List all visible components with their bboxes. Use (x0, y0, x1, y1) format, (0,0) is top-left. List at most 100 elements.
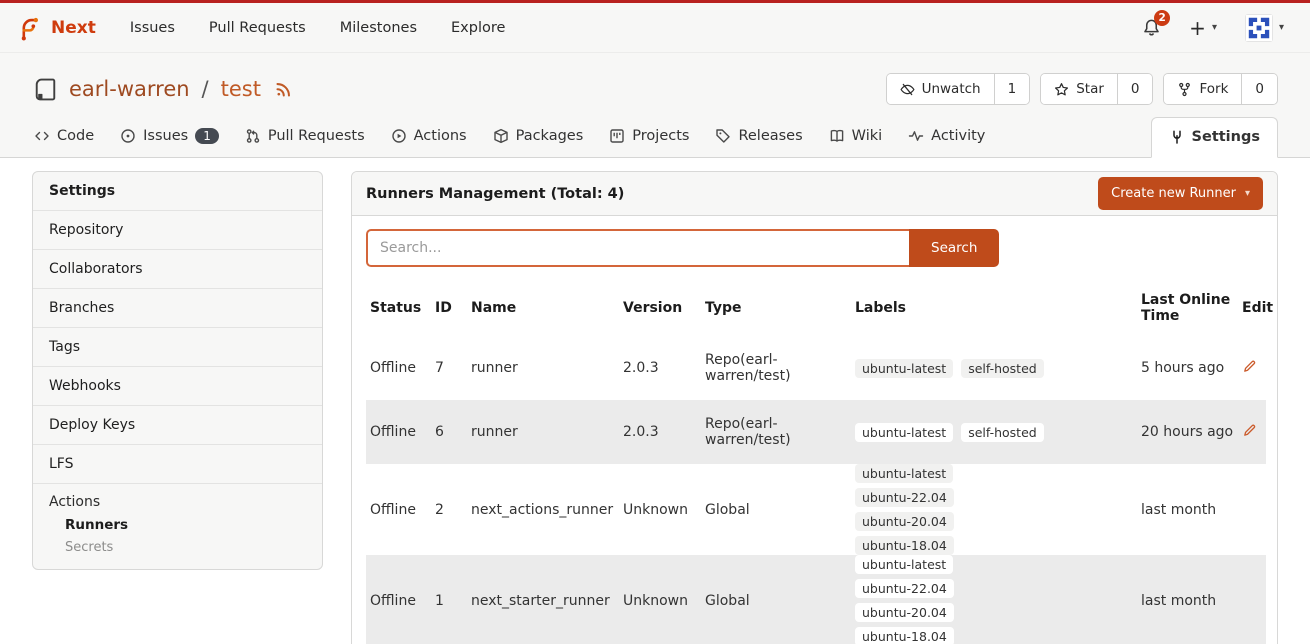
runner-name: next_actions_runner (467, 464, 619, 555)
package-icon (493, 128, 509, 144)
forgejo-logo-icon (16, 15, 42, 41)
repo-owner-link[interactable]: earl-warren (69, 77, 190, 101)
tab-label: Projects (632, 128, 689, 144)
col-version: Version (619, 280, 701, 336)
create-new-dropdown[interactable]: + ▾ (1189, 18, 1217, 38)
tab-wiki[interactable]: Wiki (827, 117, 884, 157)
runner-last-online: 5 hours ago (1137, 336, 1238, 400)
tab-pull-requests[interactable]: Pull Requests (243, 117, 367, 157)
sidebar-item-branches[interactable]: Branches (33, 289, 322, 328)
runner-name: runner (467, 400, 619, 464)
label-badge: ubuntu-latest (855, 359, 953, 378)
col-status: Status (366, 280, 431, 336)
fork-label: Fork (1199, 81, 1228, 97)
sidebar-item-runners[interactable]: Runners (49, 510, 306, 533)
unwatch-label: Unwatch (922, 81, 981, 97)
pull-request-icon (245, 128, 261, 144)
forks-count[interactable]: 0 (1241, 74, 1277, 104)
home-logo-link[interactable]: Next (16, 15, 96, 41)
table-header-row: Status ID Name Version Type Labels Last … (366, 280, 1266, 336)
runner-id: 6 (431, 400, 467, 464)
brand-label: Next (51, 18, 96, 38)
tab-actions[interactable]: Actions (389, 117, 469, 157)
avatar (1245, 14, 1273, 42)
project-board-icon (609, 128, 625, 144)
sidebar-item-secrets[interactable]: Secrets (49, 533, 306, 555)
nav-link-issues[interactable]: Issues (130, 20, 175, 36)
col-name: Name (467, 280, 619, 336)
label-badge: ubuntu-latest (855, 555, 953, 574)
tab-label: Pull Requests (268, 128, 365, 144)
runner-status: Offline (366, 400, 431, 464)
label-badge: ubuntu-20.04 (855, 512, 954, 531)
pulse-icon (908, 128, 924, 144)
fork-icon (1177, 82, 1192, 97)
tab-label: Wiki (852, 128, 882, 144)
unwatch-button[interactable]: Unwatch (887, 74, 994, 104)
create-new-runner-button[interactable]: Create new Runner ▾ (1098, 177, 1263, 210)
chevron-down-icon: ▾ (1212, 22, 1217, 33)
nav-link-explore[interactable]: Explore (451, 20, 505, 36)
stars-count[interactable]: 0 (1117, 74, 1153, 104)
notifications-button[interactable]: 2 (1142, 18, 1161, 37)
tab-label: Code (57, 128, 94, 144)
sidebar-item-deploy-keys[interactable]: Deploy Keys (33, 406, 322, 445)
runner-version: Unknown (619, 464, 701, 555)
label-badge: ubuntu-22.04 (855, 488, 954, 507)
runner-id: 2 (431, 464, 467, 555)
sidebar-item-repository[interactable]: Repository (33, 211, 322, 250)
search-input[interactable] (366, 229, 909, 267)
runner-labels: ubuntu-latest self-hosted (855, 423, 1055, 442)
watchers-count[interactable]: 1 (994, 74, 1030, 104)
col-type: Type (701, 280, 851, 336)
top-navbar: Next Issues Pull Requests Milestones Exp… (0, 3, 1310, 53)
col-labels: Labels (851, 280, 1137, 336)
tab-activity[interactable]: Activity (906, 117, 987, 157)
user-menu-dropdown[interactable]: ▾ (1245, 14, 1284, 42)
label-badge: ubuntu-latest (855, 423, 953, 442)
repo-title: earl-warren / test (32, 76, 293, 103)
runners-panel: Runners Management (Total: 4) Create new… (351, 171, 1278, 644)
fork-button[interactable]: Fork (1164, 74, 1241, 104)
notification-count-badge: 2 (1154, 10, 1170, 26)
sidebar-item-actions[interactable]: Actions (49, 494, 306, 510)
runner-last-online: 20 hours ago (1137, 400, 1238, 464)
tab-code[interactable]: Code (32, 117, 96, 157)
star-label: Star (1076, 81, 1104, 97)
sidebar-item-webhooks[interactable]: Webhooks (33, 367, 322, 406)
edit-runner-button[interactable] (1242, 359, 1257, 374)
issues-count-badge: 1 (195, 128, 219, 144)
main-area: Settings Repository Collaborators Branch… (0, 158, 1310, 644)
sidebar-item-collaborators[interactable]: Collaborators (33, 250, 322, 289)
edit-runner-button[interactable] (1242, 423, 1257, 438)
issue-icon (120, 128, 136, 144)
tab-issues[interactable]: Issues 1 (118, 117, 221, 157)
rss-feed-icon[interactable] (275, 80, 293, 98)
runner-last-online: last month (1137, 555, 1238, 644)
search-button[interactable]: Search (909, 229, 999, 267)
create-new-runner-label: Create new Runner (1111, 186, 1236, 201)
tab-projects[interactable]: Projects (607, 117, 691, 157)
repo-name-link[interactable]: test (221, 77, 261, 101)
label-badge: ubuntu-18.04 (855, 627, 954, 644)
tab-label: Actions (414, 128, 467, 144)
star-button[interactable]: Star (1041, 74, 1117, 104)
nav-link-milestones[interactable]: Milestones (340, 20, 417, 36)
runner-status: Offline (366, 555, 431, 644)
runner-last-online: last month (1137, 464, 1238, 555)
tab-releases[interactable]: Releases (713, 117, 804, 157)
table-row: Offline 1 next_starter_runner Unknown Gl… (366, 555, 1266, 644)
runner-id: 1 (431, 555, 467, 644)
label-badge: ubuntu-latest (855, 464, 953, 483)
page-header-region: Next Issues Pull Requests Milestones Exp… (0, 3, 1310, 158)
repo-path-separator: / (202, 77, 209, 101)
tab-settings[interactable]: Settings (1151, 117, 1278, 158)
label-badge: ubuntu-18.04 (855, 536, 954, 555)
sidebar-item-tags[interactable]: Tags (33, 328, 322, 367)
sidebar-item-lfs[interactable]: LFS (33, 445, 322, 484)
runner-id: 7 (431, 336, 467, 400)
nav-link-pull-requests[interactable]: Pull Requests (209, 20, 306, 36)
runner-version: Unknown (619, 555, 701, 644)
tab-label: Releases (738, 128, 802, 144)
tab-packages[interactable]: Packages (491, 117, 586, 157)
